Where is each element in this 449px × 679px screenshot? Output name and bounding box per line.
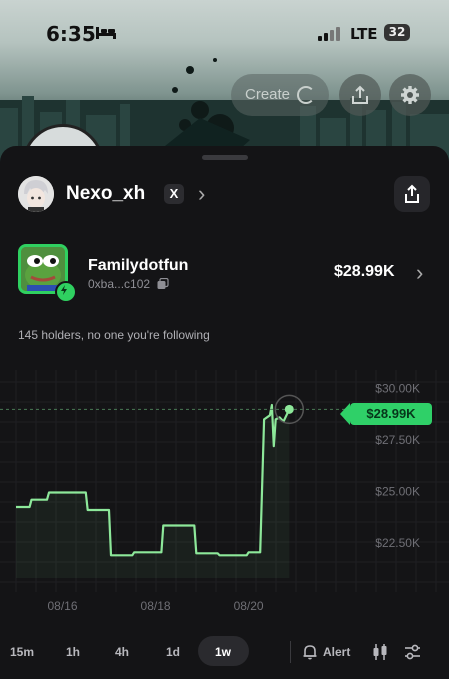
status-time: 6:35 bbox=[46, 22, 96, 46]
sleep-focus-icon bbox=[96, 27, 116, 39]
share-profile-button[interactable] bbox=[339, 74, 381, 116]
sliders-settings-icon[interactable] bbox=[404, 644, 421, 660]
token-chevron-right-icon[interactable]: › bbox=[416, 260, 423, 286]
y-tick-label: $22.50K bbox=[375, 536, 420, 550]
timeframe-4h[interactable]: 4h bbox=[115, 645, 129, 659]
network-type: LTE bbox=[350, 25, 378, 43]
current-price-marker bbox=[0, 394, 350, 425]
y-tick-label: $25.00K bbox=[375, 485, 420, 499]
x-social-icon[interactable]: X bbox=[164, 184, 184, 204]
upload-share-icon bbox=[352, 85, 368, 104]
timeframe-1h[interactable]: 1h bbox=[66, 645, 80, 659]
y-tick-label: $30.00K bbox=[375, 382, 420, 396]
y-tick-label: $27.50K bbox=[375, 433, 420, 447]
toolbar-divider bbox=[290, 641, 291, 663]
timeframe-1w[interactable]: 1w bbox=[215, 645, 231, 659]
alert-button[interactable]: Alert bbox=[302, 644, 350, 663]
copy-icon[interactable] bbox=[157, 278, 169, 290]
x-tick-label: 08/18 bbox=[141, 599, 171, 613]
loading-ring-icon bbox=[297, 86, 315, 104]
sheet-drag-handle[interactable] bbox=[202, 155, 248, 160]
lightning-icon bbox=[61, 285, 67, 295]
timeframe-1d[interactable]: 1d bbox=[166, 645, 180, 659]
anime-avatar-image bbox=[18, 176, 54, 212]
status-bar: 6:35 LTE 32 bbox=[0, 0, 449, 66]
token-name[interactable]: Familydotfun bbox=[88, 257, 188, 275]
gear-icon bbox=[401, 86, 419, 104]
token-address[interactable]: 0xba...c102 bbox=[88, 277, 150, 291]
current-price-tag: $28.99K bbox=[340, 403, 432, 425]
market-cap-value[interactable]: $28.99K bbox=[334, 263, 395, 281]
timeframe-15m[interactable]: 15m bbox=[10, 645, 34, 659]
create-button-label: Create bbox=[245, 86, 291, 103]
create-button[interactable]: Create bbox=[231, 74, 329, 116]
verified-badge-icon bbox=[55, 281, 77, 303]
x-tick-label: 08/16 bbox=[48, 599, 78, 613]
user-chevron-right-icon[interactable]: › bbox=[198, 181, 205, 207]
upload-share-icon bbox=[405, 184, 419, 203]
holders-summary: 145 holders, no one you're following bbox=[18, 328, 210, 342]
share-button[interactable] bbox=[394, 176, 430, 212]
username[interactable]: Nexo_xh bbox=[66, 183, 145, 205]
alert-label: Alert bbox=[323, 645, 351, 659]
x-axis-labels: 08/16 08/18 08/20 bbox=[48, 599, 264, 613]
battery-indicator: 32 bbox=[384, 24, 410, 41]
cellular-signal-icon bbox=[318, 27, 340, 41]
bell-icon bbox=[303, 645, 317, 660]
user-avatar[interactable] bbox=[18, 176, 54, 212]
x-tick-label: 08/20 bbox=[234, 599, 264, 613]
settings-button[interactable] bbox=[389, 74, 431, 116]
candlestick-chart-icon[interactable] bbox=[372, 643, 388, 661]
current-price-dot bbox=[284, 404, 294, 414]
